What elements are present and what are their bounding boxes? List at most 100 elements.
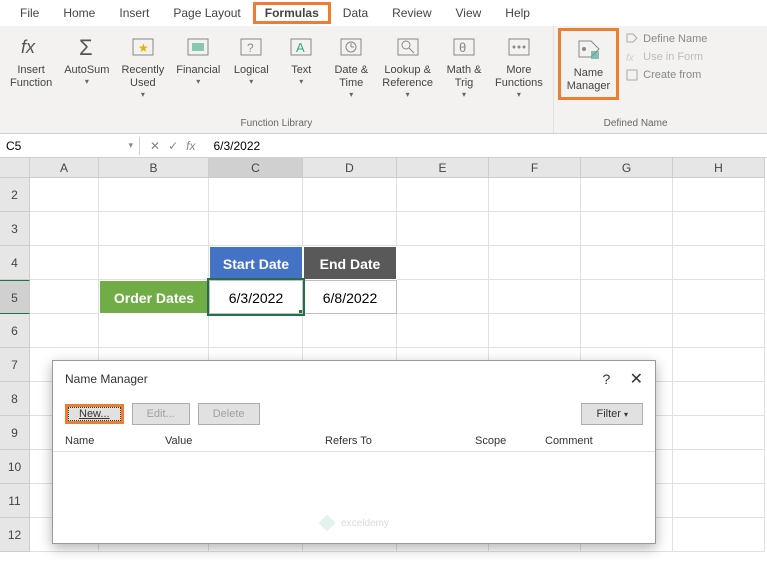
menu-view[interactable]: View (444, 2, 494, 24)
edit-button[interactable]: Edit... (132, 403, 190, 425)
cell[interactable] (99, 178, 209, 212)
col-refers[interactable]: Refers To (325, 435, 475, 447)
col-header-c[interactable]: C (209, 158, 303, 178)
fx-icon[interactable]: fx (186, 139, 195, 153)
menu-review[interactable]: Review (380, 2, 443, 24)
cell[interactable] (581, 246, 673, 280)
menu-home[interactable]: Home (51, 2, 107, 24)
row-header-4[interactable]: 4 (0, 246, 30, 280)
col-header-h[interactable]: H (673, 158, 765, 178)
col-name[interactable]: Name (65, 435, 165, 447)
math-trig-button[interactable]: θ Math & Trig ▾ (439, 28, 489, 104)
cell-d4[interactable]: End Date (303, 246, 397, 280)
cell[interactable] (581, 314, 673, 348)
col-header-f[interactable]: F (489, 158, 581, 178)
text-button[interactable]: A Text ▾ (276, 28, 326, 91)
col-header-e[interactable]: E (397, 158, 489, 178)
row-header-9[interactable]: 9 (0, 416, 30, 450)
row-header-3[interactable]: 3 (0, 212, 30, 246)
col-header-b[interactable]: B (99, 158, 209, 178)
check-icon[interactable]: ✓ (168, 139, 178, 153)
col-header-a[interactable]: A (30, 158, 99, 178)
menu-formulas[interactable]: Formulas (253, 2, 331, 24)
menu-insert[interactable]: Insert (107, 2, 161, 24)
recently-used-button[interactable]: ★ Recently Used ▾ (115, 28, 170, 104)
cell[interactable] (489, 314, 581, 348)
cell[interactable] (209, 212, 303, 246)
menu-page-layout[interactable]: Page Layout (161, 2, 252, 24)
logical-button[interactable]: ? Logical ▾ (226, 28, 276, 91)
cell[interactable] (30, 178, 99, 212)
cell[interactable] (397, 178, 489, 212)
define-name-button[interactable]: Define Name (625, 32, 707, 46)
cell[interactable] (489, 212, 581, 246)
cell-d5[interactable]: 6/8/2022 (303, 280, 397, 314)
cell[interactable] (581, 178, 673, 212)
menu-data[interactable]: Data (331, 2, 380, 24)
cell[interactable] (489, 246, 581, 280)
cell[interactable] (99, 314, 209, 348)
name-manager-button[interactable]: Name Manager (558, 28, 619, 100)
cell-b5[interactable]: Order Dates (99, 280, 209, 314)
cell[interactable] (99, 212, 209, 246)
col-comment[interactable]: Comment (545, 435, 643, 447)
insert-function-button[interactable]: fx Insert Function (4, 28, 58, 94)
cell[interactable] (673, 178, 765, 212)
col-value[interactable]: Value (165, 435, 325, 447)
cell[interactable] (303, 178, 397, 212)
cell[interactable] (397, 314, 489, 348)
col-scope[interactable]: Scope (475, 435, 545, 447)
cell[interactable] (209, 178, 303, 212)
lookup-reference-button[interactable]: Lookup & Reference ▾ (376, 28, 439, 104)
create-from-button[interactable]: Create from (625, 68, 707, 82)
row-header-7[interactable]: 7 (0, 348, 30, 382)
cell[interactable] (673, 348, 765, 382)
cell[interactable] (303, 212, 397, 246)
row-header-5[interactable]: 5 (0, 280, 30, 314)
menu-help[interactable]: Help (493, 2, 542, 24)
financial-button[interactable]: Financial ▾ (170, 28, 226, 91)
cell[interactable] (673, 484, 765, 518)
new-button[interactable]: New... (65, 404, 124, 424)
cell-c5[interactable]: 6/3/2022 (209, 280, 303, 314)
cell[interactable] (30, 314, 99, 348)
cell[interactable] (99, 246, 209, 280)
row-header-6[interactable]: 6 (0, 314, 30, 348)
cell[interactable] (397, 246, 489, 280)
menu-file[interactable]: File (8, 2, 51, 24)
col-header-g[interactable]: G (581, 158, 673, 178)
cell[interactable] (397, 212, 489, 246)
cell[interactable] (673, 518, 765, 552)
cell[interactable] (489, 178, 581, 212)
close-icon[interactable]: ✕ (630, 371, 643, 388)
row-header-12[interactable]: 12 (0, 518, 30, 552)
row-header-2[interactable]: 2 (0, 178, 30, 212)
select-all-corner[interactable] (0, 158, 30, 178)
use-in-formula-button[interactable]: fxUse in Form (625, 50, 707, 64)
cancel-icon[interactable]: ✕ (150, 139, 160, 153)
more-functions-button[interactable]: More Functions ▾ (489, 28, 549, 104)
cell[interactable] (673, 212, 765, 246)
cell[interactable] (673, 280, 765, 314)
cell[interactable] (489, 280, 581, 314)
cell[interactable] (673, 450, 765, 484)
cell[interactable] (581, 280, 673, 314)
cell[interactable] (581, 212, 673, 246)
cell[interactable] (30, 246, 99, 280)
formula-input[interactable]: 6/3/2022 (205, 137, 767, 155)
cell[interactable] (30, 212, 99, 246)
cell[interactable] (673, 382, 765, 416)
help-button[interactable]: ? (602, 371, 610, 387)
cell[interactable] (209, 314, 303, 348)
cell[interactable] (673, 246, 765, 280)
cell[interactable] (673, 416, 765, 450)
row-header-8[interactable]: 8 (0, 382, 30, 416)
autosum-button[interactable]: Σ AutoSum ▾ (58, 28, 115, 91)
cell[interactable] (30, 280, 99, 314)
row-header-11[interactable]: 11 (0, 484, 30, 518)
row-header-10[interactable]: 10 (0, 450, 30, 484)
cell[interactable] (303, 314, 397, 348)
date-time-button[interactable]: Date & Time ▾ (326, 28, 376, 104)
filter-button[interactable]: Filter ▾ (581, 403, 643, 425)
cell[interactable] (673, 314, 765, 348)
